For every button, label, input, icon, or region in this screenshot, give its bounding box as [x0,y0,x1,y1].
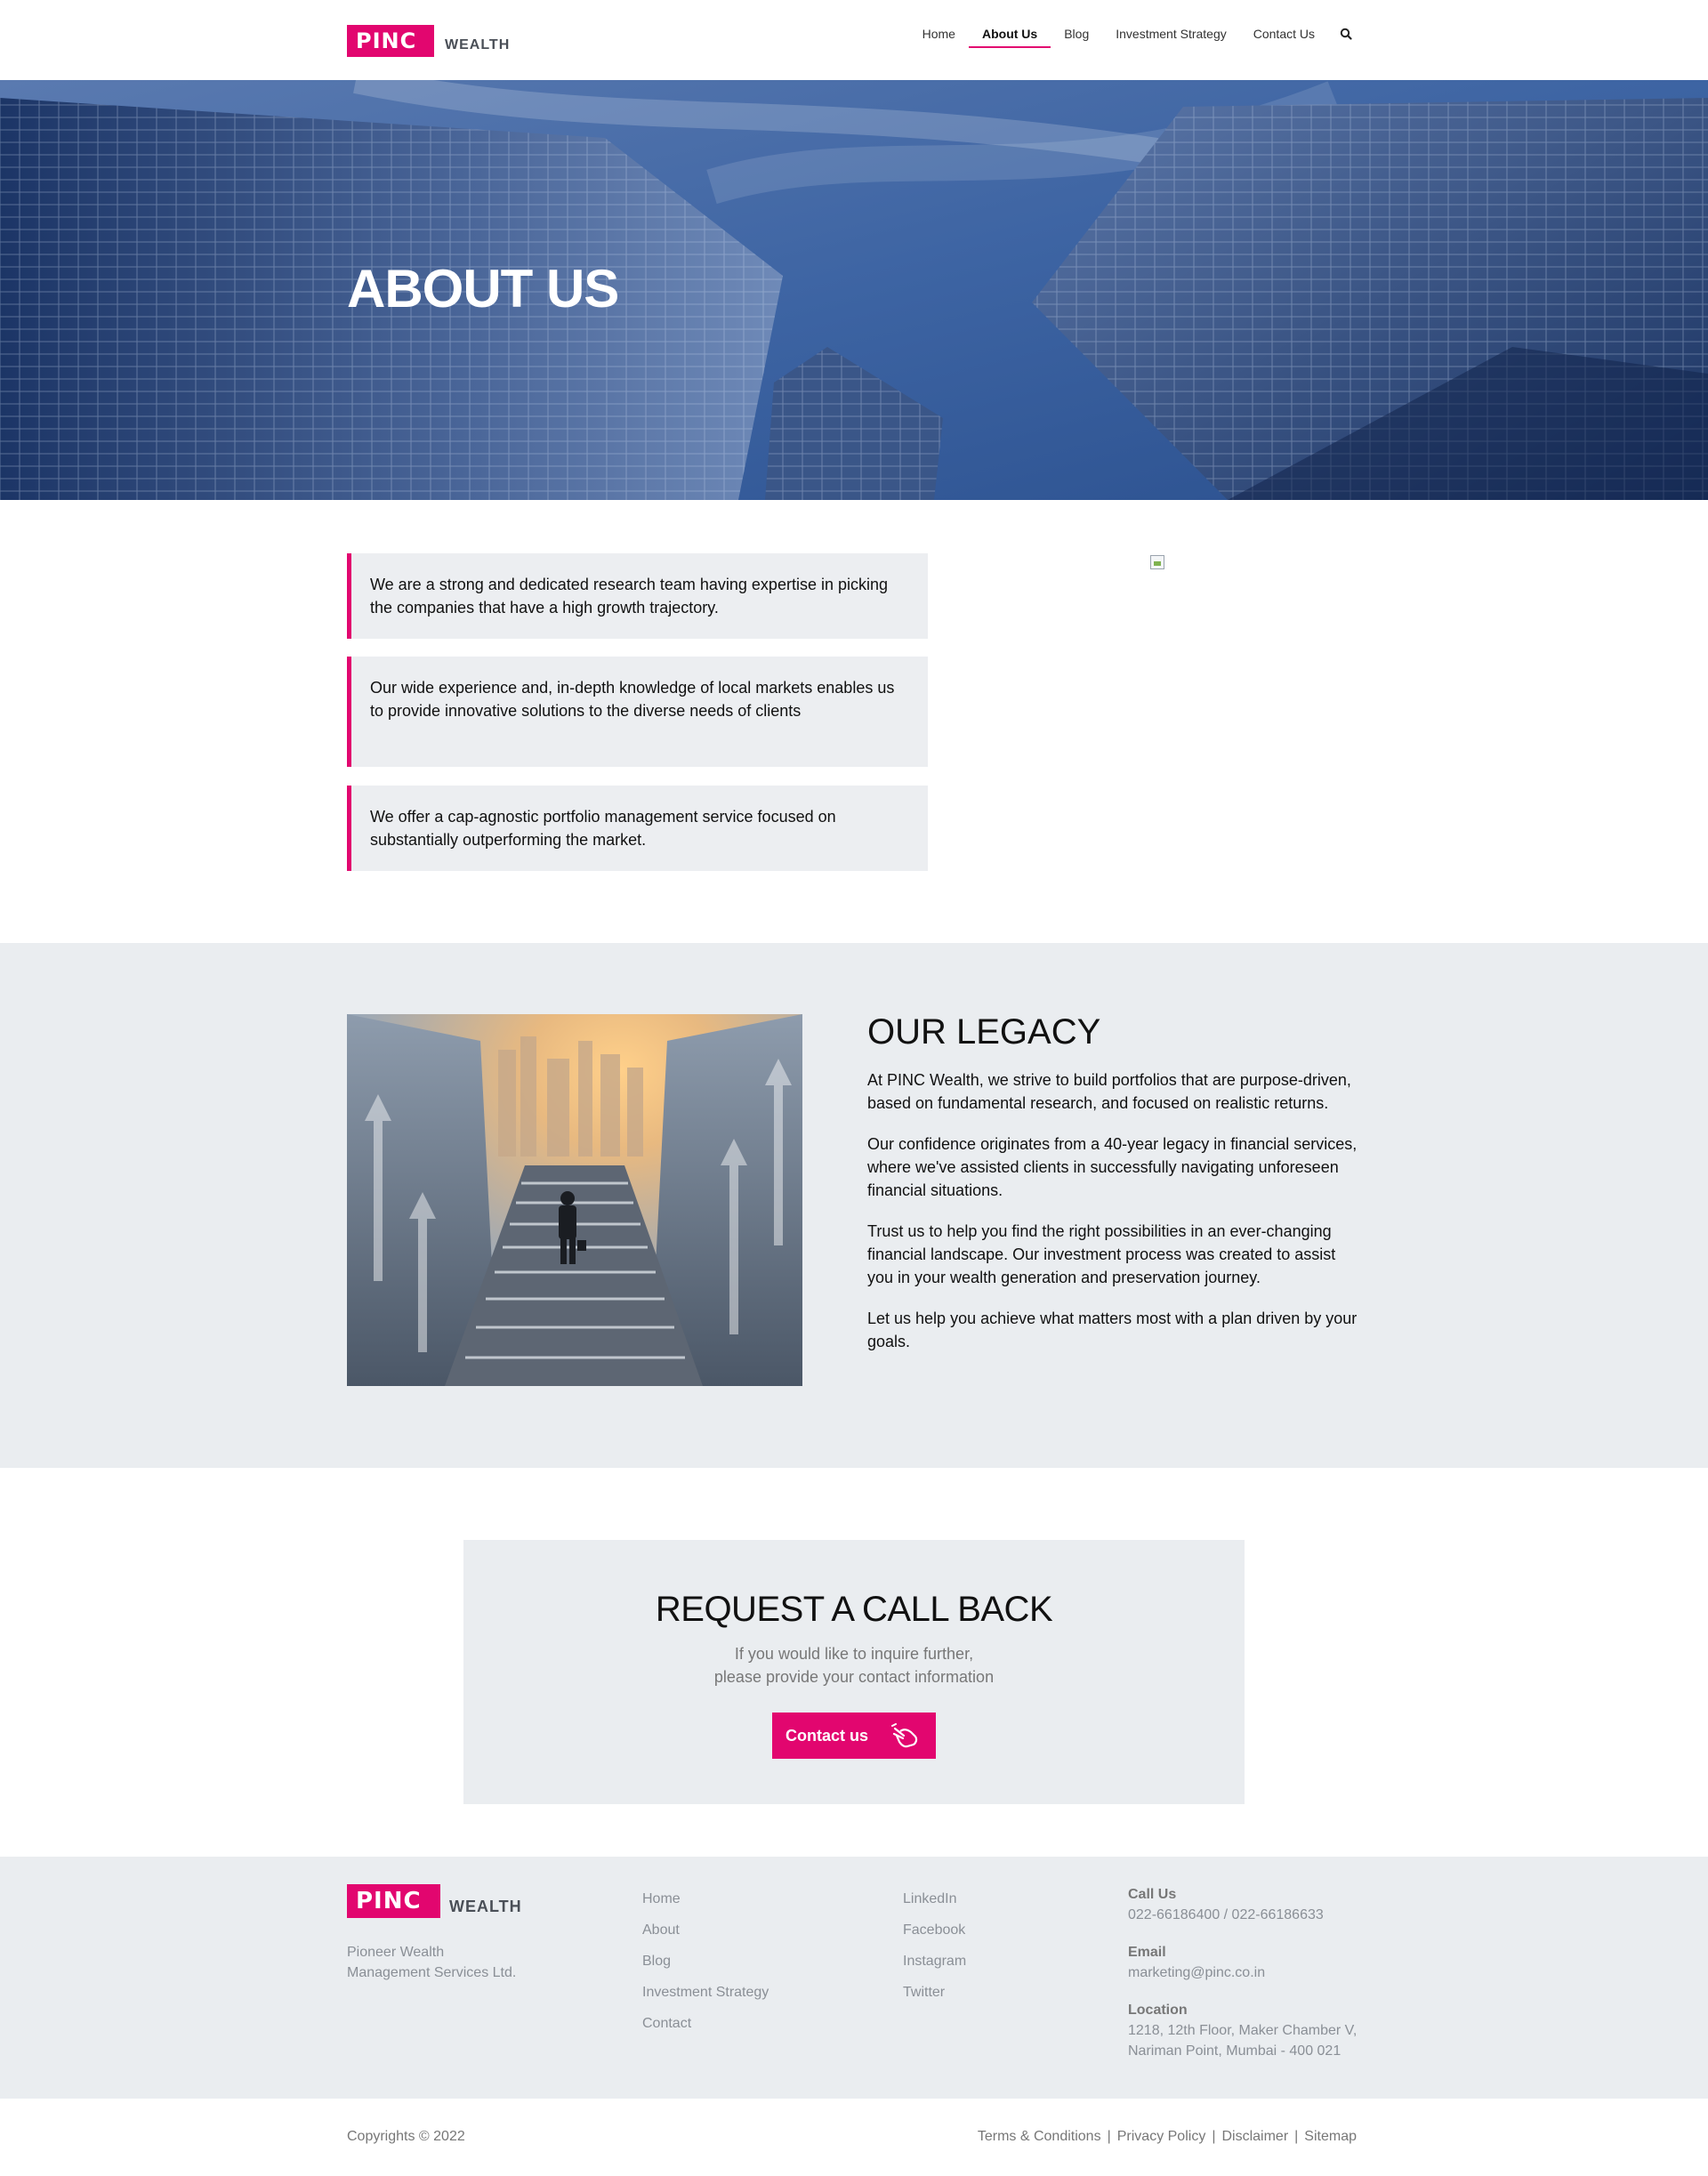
callback-subtitle: If you would like to inquire further, pl… [463,1642,1245,1688]
contact-us-button[interactable]: Contact us [772,1713,936,1759]
hero-banner: ABOUT US [0,80,1708,500]
divider: | [1294,2129,1299,2144]
privacy-link[interactable]: Privacy Policy [1117,2129,1206,2145]
feature-card: Our wide experience and, in-depth knowle… [347,657,928,767]
main-nav: Home About Us Blog Investment Strategy C… [896,27,1352,48]
footer-social: LinkedIn Facebook Instagram Twitter [903,1883,966,2008]
feature-text: We offer a cap-agnostic portfolio manage… [370,808,836,849]
site-header: PINC WEALTH Home About Us Blog Investmen… [0,0,1708,80]
copyright: Copyrights © 2022 [347,2129,465,2144]
call-us-value[interactable]: 022-66186400 / 022-66186633 [1128,1905,1377,1925]
logo-mark: PINC [347,1884,440,1918]
feature-card: We are a strong and dedicated research t… [347,553,928,639]
location-label: Location [1128,2003,1188,2018]
location-value: 1218, 12th Floor, Maker Chamber V, Narim… [1128,2020,1377,2061]
footer-link-home[interactable]: Home [642,1883,769,1914]
footer-logo[interactable]: PINC WEALTH [347,1884,522,1918]
feature-text: We are a strong and dedicated research t… [370,576,889,617]
skyscrapers-illustration [0,80,1708,500]
feature-text: Our wide experience and, in-depth knowle… [370,679,895,720]
divider: | [1212,2129,1216,2144]
legacy-title: OUR LEGACY [867,1012,1101,1052]
email-value[interactable]: marketing@pinc.co.in [1128,1962,1377,1983]
site-footer: PINC WEALTH Pioneer Wealth Management Se… [0,1857,1708,2099]
footer-links: Home About Blog Investment Strategy Cont… [642,1883,769,2039]
page-title: ABOUT US [347,259,619,318]
legal-links: Terms & Conditions | Privacy Policy | Di… [978,2129,1357,2145]
footer-link-contact[interactable]: Contact [642,2008,769,2039]
legacy-paragraph: Let us help you achieve what matters mos… [867,1310,1358,1350]
email-label: Email [1128,1945,1166,1960]
legacy-image [347,1014,802,1386]
footer-link-investment-strategy[interactable]: Investment Strategy [642,1977,769,2008]
bottom-bar: Copyrights © 2022 Terms & Conditions | P… [0,2099,1708,2176]
callback-line-1: If you would like to inquire further, [734,1645,974,1663]
location-line-2: Nariman Point, Mumbai - 400 021 [1128,2043,1341,2059]
callback-panel: REQUEST A CALL BACK If you would like to… [463,1540,1245,1804]
legacy-paragraph: Trust us to help you find the right poss… [867,1222,1336,1286]
location-line-1: 1218, 12th Floor, Maker Chamber V, [1128,2023,1358,2038]
brand-logo[interactable]: PINC WEALTH [347,25,510,57]
sitemap-link[interactable]: Sitemap [1304,2129,1357,2145]
nav-contact-us[interactable]: Contact Us [1253,27,1315,48]
footer-link-blog[interactable]: Blog [642,1946,769,1977]
nav-blog[interactable]: Blog [1064,27,1089,48]
social-link-linkedin[interactable]: LinkedIn [903,1883,966,1914]
divider: | [1107,2129,1111,2144]
broken-image-icon [1150,555,1164,569]
social-link-facebook[interactable]: Facebook [903,1914,966,1946]
company-name: Pioneer Wealth Management Services Ltd. [347,1945,517,1980]
disclaimer-link[interactable]: Disclaimer [1221,2129,1288,2145]
nav-investment-strategy[interactable]: Investment Strategy [1116,27,1227,48]
feature-card: We offer a cap-agnostic portfolio manage… [347,786,928,871]
businessman-stairs-illustration [347,1014,802,1386]
legacy-content: OUR LEGACY At PINC Wealth, we strive to … [867,1012,1366,1371]
logo-mark: PINC [347,25,434,57]
contact-us-label: Contact us [786,1726,869,1745]
search-icon[interactable] [1340,28,1352,40]
terms-link[interactable]: Terms & Conditions [978,2129,1101,2145]
call-us-label: Call Us [1128,1887,1177,1902]
social-link-instagram[interactable]: Instagram [903,1946,966,1977]
logo-wordmark: WEALTH [445,37,511,52]
nav-home[interactable]: Home [922,27,955,48]
callback-line-2: please provide your contact information [713,1668,995,1686]
logo-wordmark: WEALTH [449,1897,522,1915]
callback-title: REQUEST A CALL BACK [655,1590,1053,1629]
nav-about-us[interactable]: About Us [968,27,1051,48]
hand-pointer-icon [891,1723,918,1748]
footer-contact: Call Us 022-66186400 / 022-66186633 Emai… [1128,1885,1377,2079]
legacy-paragraph: At PINC Wealth, we strive to build portf… [867,1071,1351,1112]
legacy-section: OUR LEGACY At PINC Wealth, we strive to … [0,943,1708,1468]
social-link-twitter[interactable]: Twitter [903,1977,966,2008]
legacy-paragraph: Our confidence originates from a 40-year… [867,1135,1358,1199]
footer-link-about[interactable]: About [642,1914,769,1946]
